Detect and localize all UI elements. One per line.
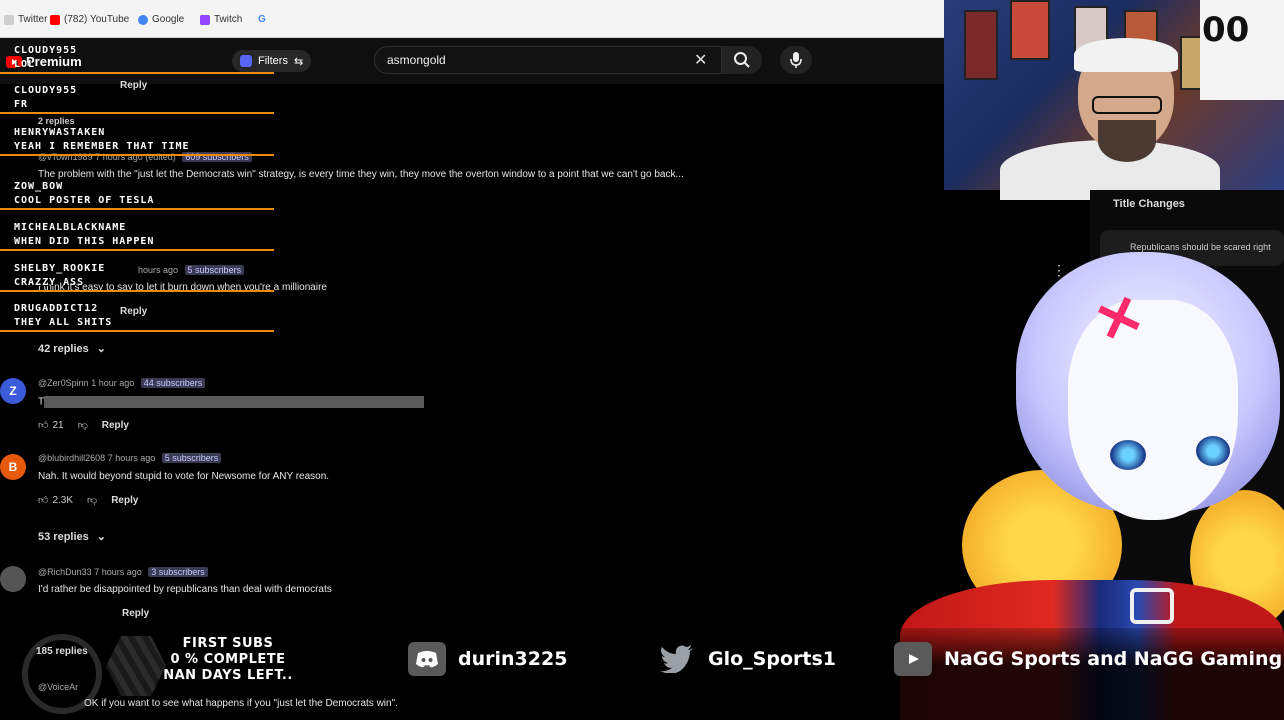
streamer-glasses bbox=[1092, 96, 1162, 114]
bookmark-google-2[interactable]: G bbox=[258, 14, 266, 25]
avatar[interactable]: Z bbox=[0, 378, 26, 404]
bookmarks-bar: Twitter (782) YouTube Google Twitch G bbox=[0, 0, 944, 38]
bookmark-google[interactable]: Google bbox=[138, 14, 184, 25]
show-replies-button[interactable]: 53 replies ⌄ bbox=[38, 530, 106, 544]
reply-button[interactable]: Reply bbox=[122, 608, 149, 619]
clear-search-icon[interactable]: ✕ bbox=[694, 50, 707, 70]
chat-message: cloudy955 LOL bbox=[0, 44, 274, 74]
youtube-channels: NaGG Sports and NaGG Gaming bbox=[894, 642, 1282, 676]
dislike-icon[interactable]: 👎︎ bbox=[87, 494, 97, 506]
chat-username: drugaddict12 bbox=[14, 303, 99, 314]
chat-text: LOL bbox=[14, 59, 36, 70]
comment-actions: 👍︎ 21 👎︎ Reply bbox=[38, 419, 129, 432]
chat-text: they all shits bbox=[14, 317, 113, 328]
reply-button[interactable]: Reply bbox=[111, 495, 138, 506]
reply-button[interactable]: Reply bbox=[102, 420, 129, 431]
avatar-face bbox=[1068, 300, 1238, 520]
bookmark-youtube[interactable]: (782) YouTube bbox=[50, 14, 129, 25]
bookmark-twitter[interactable]: Twitter bbox=[4, 14, 47, 25]
comment-time: 1 hour ago bbox=[91, 378, 135, 388]
stream-chat-overlay: cloudy955 LOL cloudy955 FR Henrywastaken… bbox=[0, 44, 276, 340]
microphone-icon bbox=[790, 52, 802, 68]
chat-username: MichealBlackName bbox=[14, 222, 127, 233]
text-selection-highlight bbox=[44, 396, 425, 408]
chat-message: shelby_rookie crazzy ass bbox=[0, 262, 274, 292]
comment-time: 7 hours ago bbox=[94, 567, 142, 577]
chat-message: drugaddict12 they all shits bbox=[0, 302, 274, 332]
comment-text: Nah. It would beyond stupid to vote for … bbox=[38, 471, 330, 482]
chevron-down-icon: ⌄ bbox=[96, 343, 106, 355]
avatar-eye-left bbox=[1110, 440, 1146, 470]
chat-text: cool poster of tesla bbox=[14, 195, 155, 206]
avatar[interactable]: B bbox=[0, 454, 26, 480]
comment-meta: @blubirdhill2608 7 hours ago 5 subscribe… bbox=[38, 453, 222, 463]
chevron-down-icon: ⌄ bbox=[96, 531, 106, 543]
wall-poster bbox=[964, 10, 998, 80]
chat-username: cloudy955 bbox=[14, 45, 78, 56]
avatar-eye-right bbox=[1196, 436, 1230, 466]
comment-author[interactable]: @blubirdhill2608 bbox=[38, 453, 105, 463]
search-input[interactable]: asmongold bbox=[374, 46, 722, 74]
like-count: 21 bbox=[52, 419, 64, 431]
dislike-icon[interactable]: 👎︎ bbox=[78, 419, 88, 431]
chat-message: MichealBlackName when did this happen bbox=[0, 221, 274, 251]
replies-count[interactable]: 185 replies bbox=[36, 646, 88, 657]
chat-username: cloudy955 bbox=[14, 85, 78, 96]
discord-icon bbox=[408, 642, 446, 676]
comment-actions: 👍︎ 2.3K 👎︎ Reply bbox=[38, 494, 138, 507]
show-replies-button[interactable]: 42 replies ⌄ bbox=[38, 342, 106, 356]
twitter-favicon-icon bbox=[4, 14, 14, 25]
streamer-beard bbox=[1098, 120, 1156, 162]
chat-text: crazzy ass bbox=[14, 277, 85, 288]
jersey-number: 00 bbox=[1202, 10, 1250, 50]
comment-text: T bbox=[38, 396, 425, 408]
subscriber-badge: 44 subscribers bbox=[140, 378, 206, 388]
chat-text: when did this happen bbox=[14, 236, 155, 247]
twitter-bird-icon bbox=[658, 642, 696, 676]
sliders-icon: ⇆ bbox=[293, 55, 304, 68]
chat-text: FR bbox=[14, 99, 29, 110]
avatar[interactable] bbox=[0, 566, 26, 592]
comment-meta: @Zer0Spinn 1 hour ago 44 subscribers bbox=[38, 378, 206, 388]
comment-author[interactable]: @VoiceAr bbox=[38, 682, 78, 692]
voice-search-button[interactable] bbox=[780, 46, 812, 74]
sub-goal-text: FIRST SUBS 0 % COMPLETE NAN DAYS LEFT.. bbox=[163, 636, 293, 683]
twitter-handle: Glo_Sports1 bbox=[658, 642, 836, 676]
bookmark-twitch[interactable]: Twitch bbox=[200, 14, 242, 25]
chat-text: Yeah I remember that time bbox=[14, 141, 190, 152]
comment-author[interactable]: @RichDun33 bbox=[38, 567, 92, 577]
comment-time: 7 hours ago bbox=[107, 453, 156, 463]
youtube-favicon-icon bbox=[50, 14, 60, 25]
chat-message: cloudy955 FR bbox=[0, 84, 274, 114]
google-favicon-icon bbox=[138, 14, 148, 25]
chat-username: shelby_rookie bbox=[14, 263, 106, 274]
search-icon bbox=[734, 52, 750, 68]
comment-author[interactable]: @Zer0Spinn bbox=[38, 378, 89, 388]
like-icon[interactable]: 👍︎ bbox=[38, 419, 48, 431]
like-count: 2.3K bbox=[52, 494, 74, 506]
comment-text: I'd rather be disappointed by republican… bbox=[38, 584, 332, 595]
chat-username: Henrywastaken bbox=[14, 127, 106, 138]
side-panel-title: Title Changes bbox=[1113, 198, 1185, 210]
twitch-favicon-icon bbox=[200, 14, 210, 25]
comment-text: OK if you want to see what happens if yo… bbox=[84, 698, 398, 709]
subscriber-badge: 3 subscribers bbox=[148, 567, 208, 577]
discord-handle: durin3225 bbox=[408, 642, 567, 676]
comment-meta: @RichDun33 7 hours ago 3 subscribers bbox=[38, 567, 208, 577]
like-icon[interactable]: 👍︎ bbox=[38, 494, 48, 506]
wall-poster bbox=[1010, 0, 1050, 60]
subscriber-badge: 5 subscribers bbox=[161, 453, 222, 463]
chat-username: zow_bow bbox=[14, 181, 64, 192]
chat-message: Henrywastaken Yeah I remember that time bbox=[0, 126, 274, 156]
search-button[interactable] bbox=[722, 46, 762, 74]
youtube-icon bbox=[894, 642, 932, 676]
streamer-cap bbox=[1074, 38, 1178, 72]
chat-message: zow_bow cool poster of tesla bbox=[0, 180, 274, 210]
avatar-collar-buckle bbox=[1130, 588, 1174, 624]
